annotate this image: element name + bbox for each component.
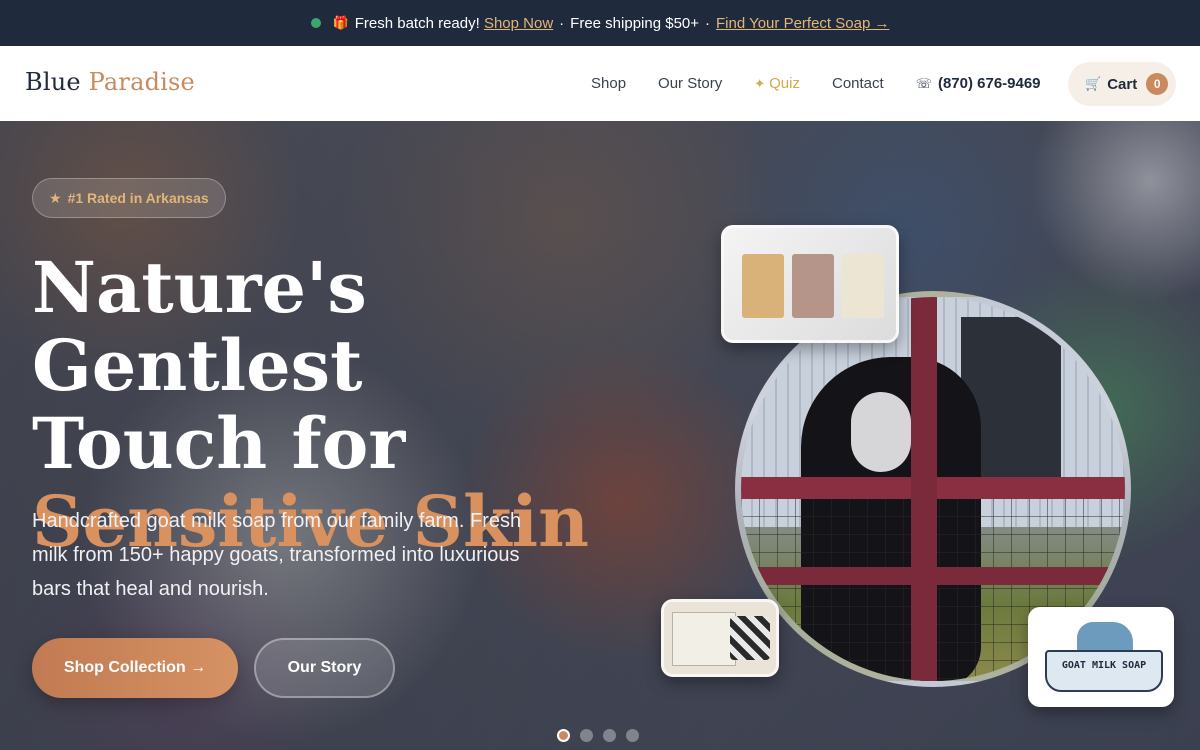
gift-icon: 🎁 <box>332 15 349 30</box>
carousel-dot-1[interactable] <box>557 729 570 742</box>
phone-icon: ☏ <box>915 76 932 91</box>
nav-shop[interactable]: Shop <box>591 75 626 92</box>
our-story-button[interactable]: Our Story <box>254 638 395 698</box>
cart-button[interactable]: 🛒 Cart 0 <box>1068 62 1176 106</box>
announcement-separator: · <box>705 14 711 32</box>
charcoal-soap <box>730 616 770 660</box>
announcement-bar: 🎁 Fresh batch ready! Shop Now · Free shi… <box>0 0 1200 46</box>
shipping-message: Free shipping $50+ <box>570 14 700 32</box>
carousel-dots <box>557 729 639 742</box>
cart-label: Cart <box>1107 75 1138 93</box>
soap-bar <box>742 254 784 318</box>
headline-line-1: Nature's Gentlest <box>32 246 367 407</box>
cart-icon: 🛒 <box>1085 76 1102 91</box>
phone-number: (870) 676-9469 <box>937 75 1041 92</box>
fence-post <box>911 297 937 681</box>
star-icon: ★ <box>49 189 62 206</box>
bathtub-illustration <box>1045 650 1163 692</box>
sparkle-icon: ✦ <box>754 76 766 91</box>
soap-bars-thumbnail <box>721 225 899 343</box>
soap-bar <box>792 254 834 318</box>
hero-section: ★ #1 Rated in Arkansas Nature's Gentlest… <box>0 121 1200 750</box>
headline-line-2: Touch for <box>32 402 406 485</box>
brand-logo[interactable]: Blue Paradise <box>25 68 195 96</box>
nav-contact[interactable]: Contact <box>832 75 884 92</box>
soap-bar <box>842 254 884 318</box>
goat-face <box>851 392 911 472</box>
nav-quiz-label: Quiz <box>769 75 800 92</box>
main-nav: Shop Our Story ✦ Quiz Contact ☏ (870) 676-… <box>591 46 1041 121</box>
announcement-message: Fresh batch ready! <box>354 14 480 32</box>
status-dot <box>310 18 321 28</box>
rating-badge-text: #1 Rated in Arkansas <box>67 190 209 206</box>
carousel-dot-2[interactable] <box>580 729 593 742</box>
carousel-dot-3[interactable] <box>603 729 616 742</box>
shop-collection-button[interactable]: Shop Collection → <box>32 638 238 698</box>
packaged-soap-thumbnail <box>661 599 779 677</box>
goat-milk-soap-logo-thumbnail: GOAT MILK SOAP <box>1028 607 1174 707</box>
logo-word-blue: Blue <box>25 68 81 96</box>
phone-link[interactable]: ☏ (870) 676-9469 <box>916 75 1041 92</box>
soap-package-label <box>672 612 736 666</box>
shop-now-link[interactable]: Shop Now <box>484 15 553 32</box>
announcement-separator: · <box>559 14 565 32</box>
rating-badge: ★ #1 Rated in Arkansas <box>32 178 226 218</box>
logo-thumbnail-text: GOAT MILK SOAP <box>1061 660 1147 671</box>
carousel-dot-4[interactable] <box>626 729 639 742</box>
hero-subtext: Handcrafted goat milk soap from our fami… <box>32 510 522 600</box>
nav-our-story[interactable]: Our Story <box>658 75 722 92</box>
logo-word-paradise: Paradise <box>88 68 195 96</box>
find-soap-link[interactable]: Find Your Perfect Soap → <box>716 15 889 32</box>
nav-quiz[interactable]: ✦ Quiz <box>754 75 800 92</box>
cart-count-badge: 0 <box>1146 73 1169 95</box>
site-header: Blue Paradise Shop Our Story ✦ Quiz Conta… <box>0 46 1200 121</box>
